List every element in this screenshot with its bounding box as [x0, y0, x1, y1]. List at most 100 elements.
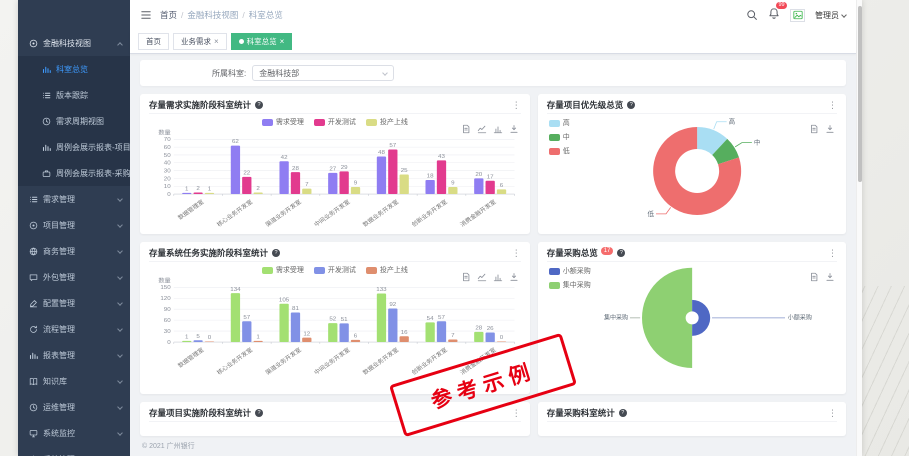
svg-text:150: 150 [160, 285, 171, 291]
bar-chart-icon [42, 143, 51, 152]
card-menu-icon[interactable]: ⋮ [512, 101, 521, 110]
sidebar-item-ops-mgmt[interactable]: 运维管理 [18, 394, 130, 420]
legend-item[interactable]: 投产上线 [366, 117, 408, 127]
bar-chart-canvas[interactable]: 数量010203040506070数据管理室121核心业务开发室62222渠道业… [149, 128, 521, 228]
chevron-down-icon [117, 248, 123, 254]
help-icon[interactable]: ? [627, 101, 635, 109]
sidebar-item-label: 知识库 [43, 376, 67, 387]
scrollbar[interactable] [856, 0, 862, 456]
legend-item[interactable]: 小额采购 [549, 266, 591, 276]
notifications-button[interactable]: 99 [768, 6, 780, 24]
legend-item[interactable]: 投产上线 [366, 265, 408, 275]
download-icon[interactable] [509, 272, 519, 282]
tab-label: 科室总览 [247, 36, 277, 47]
line-chart-toggle-icon[interactable] [477, 124, 487, 134]
bar-chart-toggle-icon[interactable] [493, 124, 503, 134]
sidebar-item-report-mgmt[interactable]: 报表管理 [18, 342, 130, 368]
breadcrumb: 首页 / 金融科技视图 / 科室总览 [160, 9, 283, 21]
bar [231, 293, 240, 342]
card-menu-icon[interactable]: ⋮ [828, 409, 837, 418]
legend-item[interactable]: 需求受理 [262, 117, 304, 127]
sidebar-item-config-mgmt[interactable]: 配置管理 [18, 290, 130, 316]
download-icon[interactable] [825, 124, 835, 134]
help-icon[interactable]: ? [255, 409, 263, 417]
svg-text:48: 48 [378, 150, 386, 156]
chart-legend[interactable]: 高中低 [549, 118, 570, 156]
sidebar-item-weekly-report-project[interactable]: 周例会展示报表-项目 [18, 134, 130, 160]
legend-item[interactable]: 开发测试 [314, 265, 356, 275]
bar-chart-toggle-icon[interactable] [493, 272, 503, 282]
sidebar-item-version-tracking[interactable]: 版本跟踪 [18, 82, 130, 108]
data-view-icon[interactable] [461, 272, 471, 282]
sidebar-item-system-monitor[interactable]: 系统监控 [18, 420, 130, 446]
tab-home[interactable]: 首页 [138, 33, 169, 50]
user-menu[interactable]: 管理员 [815, 10, 846, 21]
svg-text:18: 18 [427, 174, 435, 180]
help-icon[interactable]: ? [617, 249, 625, 257]
legend-item[interactable]: 低 [549, 146, 570, 156]
data-view-icon[interactable] [809, 124, 819, 134]
download-icon[interactable] [825, 272, 835, 282]
close-icon[interactable]: × [214, 38, 219, 46]
svg-text:消费金融开发室: 消费金融开发室 [458, 198, 497, 228]
card-menu-icon[interactable]: ⋮ [512, 249, 521, 258]
close-icon[interactable]: × [280, 38, 285, 46]
filter-panel: 所属科室: 金融科技部 [140, 60, 846, 86]
bar [291, 172, 300, 194]
bar [231, 146, 240, 194]
legend-item[interactable]: 需求受理 [262, 265, 304, 275]
scrollbar-thumb[interactable] [858, 6, 862, 182]
sidebar-item-dept-overview[interactable]: 科室总览 [18, 56, 130, 82]
help-icon[interactable]: ? [619, 409, 627, 417]
donut-chart-canvas[interactable]: 高中低 [547, 116, 837, 220]
help-icon[interactable]: ? [255, 101, 263, 109]
svg-text:7: 7 [305, 182, 308, 188]
chart-legend[interactable]: 小额采购集中采购 [549, 266, 591, 290]
avatar[interactable] [790, 9, 805, 22]
sidebar-item-demand-cycle-view[interactable]: 需求周期视图 [18, 108, 130, 134]
collapse-sidebar-icon[interactable] [140, 9, 152, 21]
bar-chart-icon [42, 65, 51, 74]
sidebar-item-project-mgmt[interactable]: 项目管理 [18, 212, 130, 238]
card-menu-icon[interactable]: ⋮ [828, 249, 837, 258]
bar [448, 339, 457, 342]
sidebar-item-weekly-report-purchase[interactable]: 周例会展示报表-采购 [18, 160, 130, 186]
legend-item[interactable]: 高 [549, 118, 570, 128]
legend-item[interactable]: 集中采购 [549, 280, 591, 290]
download-icon[interactable] [509, 124, 519, 134]
tab-dept-overview[interactable]: 科室总览 × [231, 33, 293, 50]
breadcrumb-home[interactable]: 首页 [160, 9, 177, 21]
sidebar-item-system-mgmt[interactable]: 系统管理 [18, 446, 130, 456]
svg-text:集中采购: 集中采购 [604, 314, 628, 322]
search-icon[interactable] [746, 9, 758, 21]
line-chart-toggle-icon[interactable] [477, 272, 487, 282]
svg-text:17: 17 [487, 175, 494, 181]
card-menu-icon[interactable]: ⋮ [512, 409, 521, 418]
tab-business-demand[interactable]: 业务需求 × [173, 33, 227, 50]
svg-text:创新业务开发室: 创新业务开发室 [410, 198, 449, 228]
active-dot [239, 39, 244, 44]
help-icon[interactable]: ? [272, 249, 280, 257]
dept-select[interactable]: 金融科技部 [252, 65, 394, 81]
sidebar-item-process-mgmt[interactable]: 流程管理 [18, 316, 130, 342]
legend-item[interactable]: 中 [549, 132, 570, 142]
card-menu-icon[interactable]: ⋮ [828, 101, 837, 110]
data-view-icon[interactable] [809, 272, 819, 282]
bar [182, 341, 191, 342]
bar [254, 341, 263, 342]
sidebar-group-fintech-view[interactable]: 金融科技视图 [18, 30, 130, 56]
bar-chart-canvas[interactable]: 数量0306090120150数据管理室150核心业务开发室134571渠道业务… [149, 276, 521, 376]
data-view-icon[interactable] [461, 124, 471, 134]
bar [388, 149, 397, 194]
legend-item[interactable]: 开发测试 [314, 117, 356, 127]
sidebar-item-outsourcing-mgmt[interactable]: 外包管理 [18, 264, 130, 290]
sidebar-item-knowledge-base[interactable]: 知识库 [18, 368, 130, 394]
svg-text:数据业务开发室: 数据业务开发室 [361, 346, 400, 376]
sidebar-item-label: 商务管理 [43, 246, 75, 257]
sidebar-item-demand-mgmt[interactable]: 需求管理 [18, 186, 130, 212]
breadcrumb-fintech-view[interactable]: 金融科技视图 [187, 9, 238, 21]
svg-text:30: 30 [164, 329, 172, 335]
sidebar-item-label: 运维管理 [43, 402, 75, 413]
svg-text:54: 54 [427, 316, 435, 322]
sidebar-item-business-mgmt[interactable]: 商务管理 [18, 238, 130, 264]
